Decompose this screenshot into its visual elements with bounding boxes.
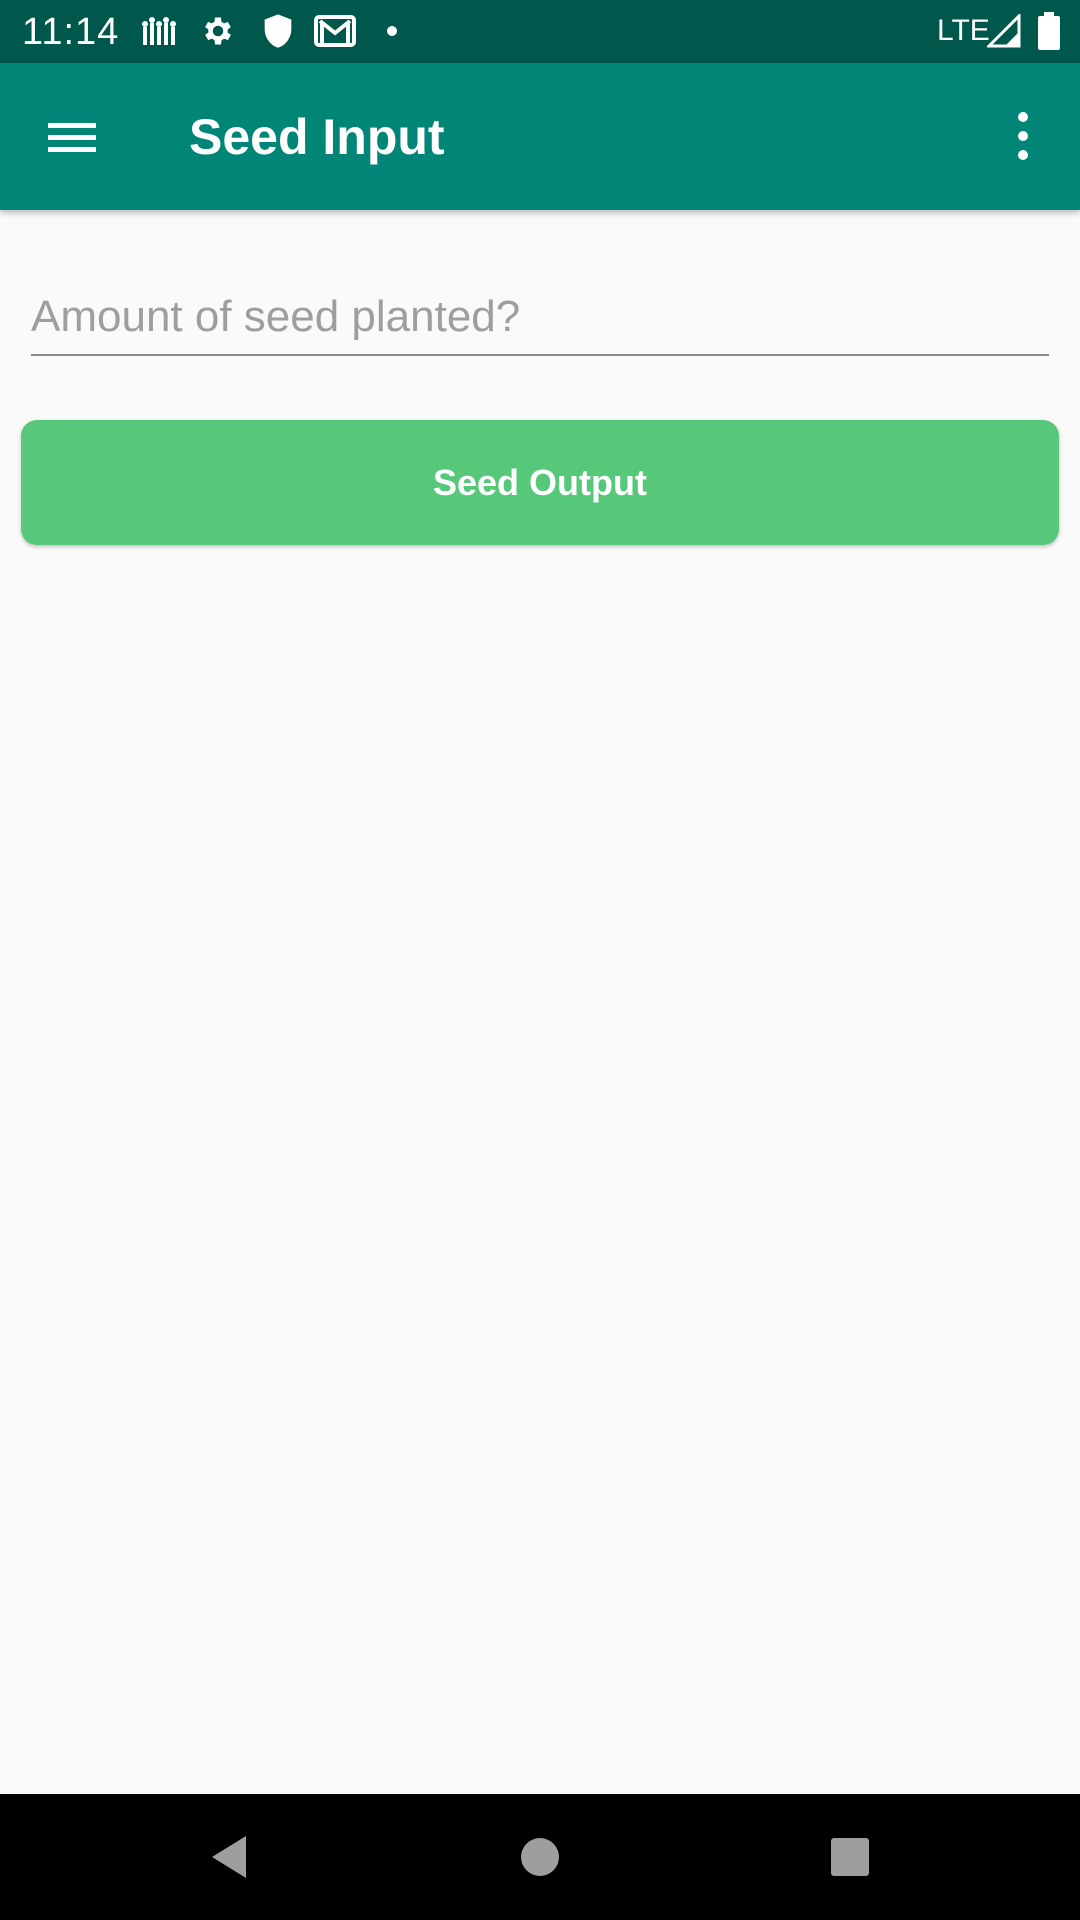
battery-icon	[1038, 12, 1060, 55]
menu-button[interactable]	[28, 99, 116, 175]
status-bar: 11:14 LTE	[0, 0, 1080, 63]
recents-button[interactable]	[815, 1822, 885, 1892]
screen: 11:14 LTE Seed Input Amount of seed plan…	[0, 0, 1080, 1920]
status-time: 11:14	[22, 11, 120, 53]
dot-icon	[386, 24, 398, 42]
system-nav-bar	[0, 1794, 1080, 1920]
settings-icon	[200, 13, 236, 54]
farm-app-icon	[140, 13, 180, 54]
home-button[interactable]	[505, 1822, 575, 1892]
seed-input-container	[31, 280, 1049, 358]
home-icon	[521, 1838, 559, 1876]
shield-icon	[262, 13, 294, 54]
back-button[interactable]	[198, 1822, 268, 1892]
back-icon	[212, 1836, 246, 1878]
app-bar: Seed Input	[0, 63, 1080, 210]
more-vert-icon	[1018, 112, 1028, 160]
signal-icon	[985, 12, 1021, 53]
network-label: LTE	[937, 14, 990, 47]
recents-icon	[831, 1838, 869, 1876]
hamburger-menu-icon	[48, 123, 96, 152]
gmail-icon	[314, 13, 356, 54]
page-title: Seed Input	[189, 109, 445, 165]
seed-output-button[interactable]: Seed Output	[21, 420, 1059, 545]
seed-amount-input[interactable]	[31, 280, 1049, 356]
overflow-menu-button[interactable]	[1000, 103, 1046, 173]
